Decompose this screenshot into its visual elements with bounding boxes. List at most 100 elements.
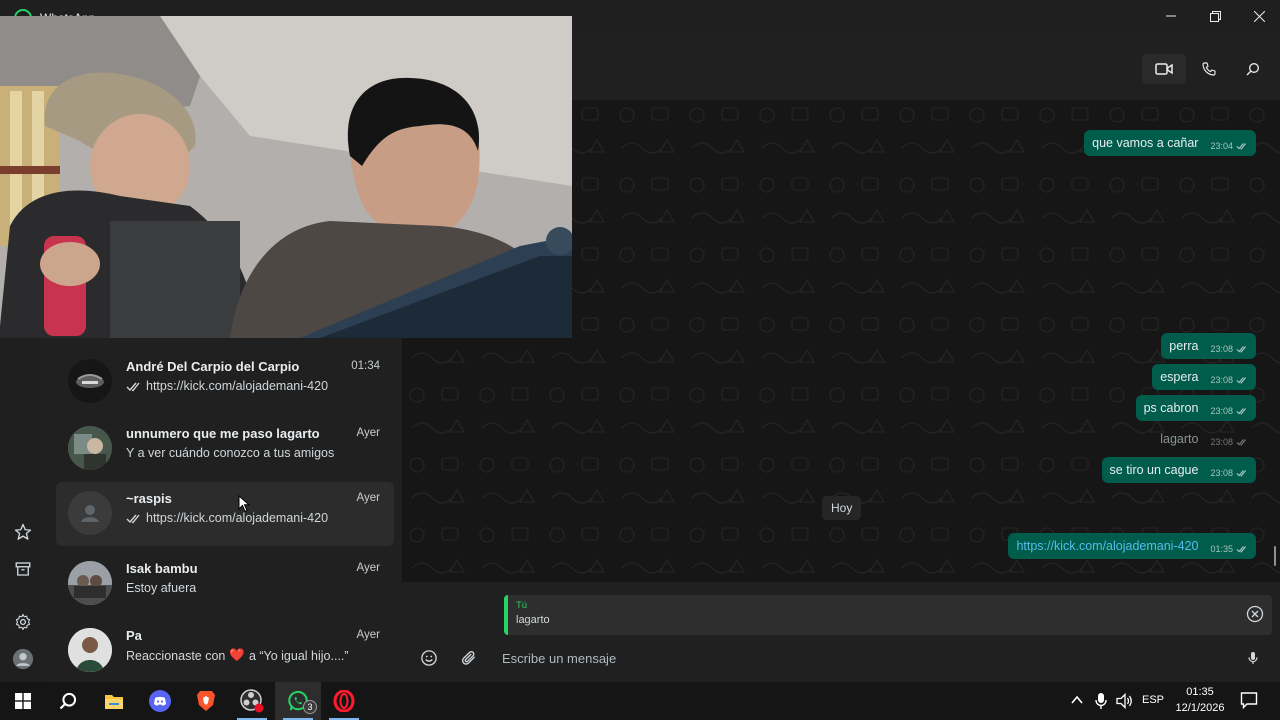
chat-time: Ayer: [356, 427, 380, 439]
settings-button[interactable]: [11, 610, 35, 634]
start-button[interactable]: [0, 682, 46, 720]
avatar: [68, 561, 112, 605]
volume-button[interactable]: [1116, 692, 1136, 710]
opera-icon: [333, 690, 355, 712]
volume-icon: [1116, 692, 1132, 710]
message-bubble-link[interactable]: https://kick.com/alojademani-420 01:35: [1008, 533, 1256, 559]
file-explorer-icon: [105, 695, 123, 709]
webcam-feed: [0, 16, 572, 338]
chat-item-raspis[interactable]: ~raspis Ayer https://kick.com/alojademan…: [56, 482, 394, 546]
message-time: 01:35: [1210, 544, 1233, 554]
message-time: 23:08: [1210, 437, 1233, 447]
message-time: 23:08: [1210, 375, 1233, 385]
restore-icon: [1209, 10, 1221, 22]
composer: Tú lagarto: [402, 582, 1280, 682]
double-check-icon: [1236, 439, 1247, 446]
message-meta: 01:35: [1210, 544, 1248, 554]
message-text: ps cabron: [1143, 401, 1199, 415]
clock-time[interactable]: 01:35: [1172, 686, 1228, 698]
brave-button[interactable]: [183, 682, 229, 720]
cancel-reply-button[interactable]: [1246, 605, 1264, 623]
microphone-tray-button[interactable]: [1094, 692, 1110, 710]
attach-button[interactable]: [457, 646, 481, 670]
message-input[interactable]: [502, 646, 1202, 670]
message-time: 23:04: [1210, 141, 1233, 151]
date-separator: Hoy: [822, 496, 862, 520]
archive-icon: [15, 562, 31, 576]
double-check-icon: [1236, 470, 1247, 477]
message-time: 23:08: [1210, 344, 1233, 354]
chat-item-pa[interactable]: Pa Ayer Reaccionaste con ❤️ a “Yo igual …: [56, 619, 394, 683]
chat-preview: Y a ver cuándo conozco a tus amigos: [126, 446, 334, 460]
microphone-icon: [1248, 652, 1258, 664]
file-explorer-button[interactable]: [91, 682, 137, 720]
whatsapp-badge: 3: [303, 700, 317, 714]
message-bubble[interactable]: espera 23:08: [1152, 364, 1256, 390]
profile-button[interactable]: [11, 647, 35, 671]
phone-call-button[interactable]: [1196, 54, 1222, 84]
discord-button[interactable]: [137, 682, 183, 720]
double-check-icon: [1236, 408, 1247, 415]
chat-name: unnumero que me paso lagarto: [126, 426, 320, 441]
search-icon: [1246, 63, 1259, 76]
message-bubble[interactable]: perra 23:08: [1161, 333, 1256, 359]
message-text: se tiro un cague: [1109, 463, 1199, 477]
input-language[interactable]: ESP: [1139, 694, 1167, 706]
discord-icon: [149, 690, 171, 712]
message-bubble[interactable]: ps cabron 23:08: [1135, 395, 1256, 421]
message-link[interactable]: https://kick.com/alojademani-420: [1016, 539, 1198, 553]
message-time: 23:08: [1210, 468, 1233, 478]
voice-message-button[interactable]: [1241, 646, 1265, 670]
obs-button[interactable]: [229, 682, 275, 720]
reply-preview: Tú lagarto: [504, 595, 1272, 635]
chat-name: Isak bambu: [126, 561, 198, 576]
starred-button[interactable]: [11, 520, 35, 544]
whatsapp-taskbar-button[interactable]: 3: [275, 682, 321, 720]
chat-preview: https://kick.com/alojademani-420: [126, 379, 328, 393]
scrollbar-thumb[interactable]: [1274, 546, 1276, 566]
notification-icon: [1240, 692, 1258, 710]
emoji-button[interactable]: [417, 646, 441, 670]
mouse-cursor-icon: [238, 495, 250, 513]
chat-item-andre[interactable]: André Del Carpio del Carpio 01:34 https:…: [56, 350, 394, 414]
chat-name: ~raspis: [126, 491, 172, 506]
chat-preview: Reaccionaste con ❤️ a “Yo igual hijo....…: [126, 648, 349, 663]
message-time: 23:08: [1210, 406, 1233, 416]
settings-icon: [15, 613, 31, 631]
message-bubble[interactable]: que vamos a cañar 23:04: [1084, 130, 1256, 156]
chat-time: Ayer: [356, 492, 380, 504]
double-check-icon: [126, 382, 140, 391]
double-check-icon: [1236, 546, 1247, 553]
chat-time: Ayer: [356, 629, 380, 641]
chat-name: André Del Carpio del Carpio: [126, 359, 300, 374]
minimize-button[interactable]: [1148, 0, 1194, 32]
chat-time: Ayer: [356, 562, 380, 574]
message-bubble-faded[interactable]: lagarto 23:08: [1152, 426, 1256, 452]
double-check-icon: [1236, 346, 1247, 353]
avatar: [68, 426, 112, 470]
chat-item-isak[interactable]: Isak bambu Ayer Estoy afuera: [56, 552, 394, 616]
message-meta: 23:04: [1210, 141, 1248, 151]
search-button[interactable]: [1240, 54, 1266, 84]
show-hidden-icons-button[interactable]: [1070, 693, 1088, 711]
taskbar-search-button[interactable]: [45, 682, 91, 720]
restore-button[interactable]: [1192, 0, 1238, 32]
opera-button[interactable]: [321, 682, 367, 720]
clock-date[interactable]: 12/1/2026: [1166, 702, 1234, 714]
chat-item-unnumero[interactable]: unnumero que me paso lagarto Ayer Y a ve…: [56, 417, 394, 481]
close-icon: [1253, 10, 1265, 22]
video-call-button[interactable]: [1142, 54, 1186, 84]
message-bubble[interactable]: se tiro un cague 23:08: [1101, 457, 1256, 483]
chat-time: 01:34: [351, 360, 380, 372]
microphone-icon: [1095, 693, 1107, 709]
close-button[interactable]: [1236, 0, 1280, 32]
emoji-icon: [421, 650, 437, 666]
brave-icon: [197, 691, 215, 711]
conversation-header: [572, 38, 1280, 100]
chat-preview-text: Y a ver cuándo conozco a tus amigos: [126, 446, 335, 460]
chat-preview-text: Estoy afuera: [126, 581, 197, 595]
avatar: [68, 491, 112, 535]
notifications-button[interactable]: [1240, 691, 1260, 711]
message-meta: 23:08: [1210, 406, 1248, 416]
archived-button[interactable]: [11, 557, 35, 581]
